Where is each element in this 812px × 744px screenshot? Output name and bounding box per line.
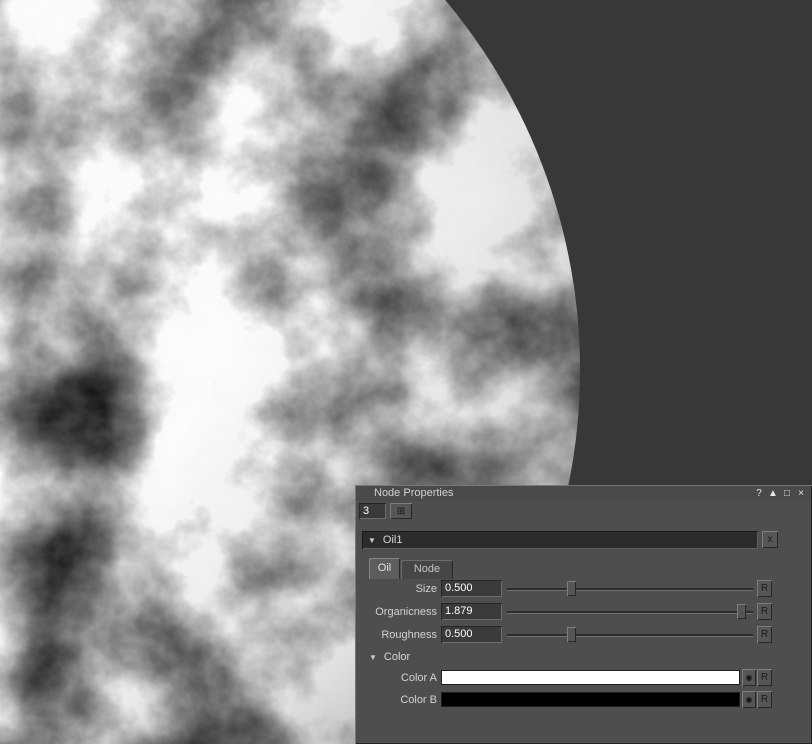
titlebar-buttons: ? ▲ □ × [753, 487, 807, 500]
param-slider-organicness[interactable] [507, 603, 753, 621]
param-slider-roughness[interactable] [507, 626, 753, 644]
keypad-button[interactable]: ⊞ [390, 503, 412, 519]
param-label-size: Size [355, 583, 437, 595]
close-icon[interactable]: × [795, 487, 807, 500]
color-a-label: Color A [355, 672, 437, 684]
param-value-roughness[interactable]: 0.500 [441, 626, 502, 643]
color-row-b: Color B ◉ R [355, 691, 812, 709]
collapse-node-icon[interactable]: ▼ [368, 536, 376, 545]
color-row-a: Color A ◉ R [355, 669, 812, 687]
color-section-header[interactable]: ▼ Color [369, 651, 410, 663]
param-row-roughness: Roughness 0.500 R [355, 626, 812, 646]
node-name: Oil1 [383, 534, 403, 546]
param-label-roughness: Roughness [355, 629, 437, 641]
node-properties-panel: Node Properties ? ▲ □ × 3 ⊞ ▼ Oil1 x Oil… [355, 485, 812, 744]
reset-button-organicness[interactable]: R [757, 603, 772, 620]
collapse-color-icon[interactable]: ▼ [369, 653, 377, 662]
panel-titlebar[interactable]: Node Properties ? ▲ □ × [356, 486, 811, 501]
color-b-swatch[interactable] [441, 692, 740, 707]
slider-handle[interactable] [567, 627, 576, 642]
reset-button-size[interactable]: R [757, 580, 772, 597]
reset-button-roughness[interactable]: R [757, 626, 772, 643]
param-row-size: Size 0.500 R [355, 580, 812, 600]
slider-track [507, 588, 753, 590]
reset-button-color-a[interactable]: R [757, 669, 772, 686]
keypad-icon: ⊞ [397, 506, 405, 517]
color-a-swatch[interactable] [441, 670, 740, 685]
app-window: Node Properties ? ▲ □ × 3 ⊞ ▼ Oil1 x Oil… [0, 0, 812, 744]
param-slider-size[interactable] [507, 580, 753, 598]
slider-handle[interactable] [567, 581, 576, 596]
node-close-button[interactable]: x [762, 531, 778, 548]
help-icon[interactable]: ? [753, 487, 765, 500]
node-header[interactable]: ▼ Oil1 [362, 531, 758, 549]
maximize-icon[interactable]: □ [781, 487, 793, 500]
slider-track [507, 611, 753, 613]
node-index-input[interactable]: 3 [359, 503, 386, 519]
tab-oil[interactable]: Oil [369, 558, 400, 579]
collapse-panel-icon[interactable]: ▲ [767, 487, 779, 500]
param-label-organicness: Organicness [355, 606, 437, 618]
color-b-label: Color B [355, 694, 437, 706]
color-wheel-icon: ◉ [746, 695, 753, 704]
color-b-picker-button[interactable]: ◉ [742, 691, 756, 708]
reset-button-color-b[interactable]: R [757, 691, 772, 708]
tab-node[interactable]: Node [401, 560, 453, 579]
panel-title: Node Properties [374, 487, 454, 499]
slider-handle[interactable] [737, 604, 746, 619]
param-value-organicness[interactable]: 1.879 [441, 603, 502, 620]
color-wheel-icon: ◉ [746, 673, 753, 682]
slider-track [507, 634, 753, 636]
color-section-label: Color [384, 651, 410, 663]
param-row-organicness: Organicness 1.879 R [355, 603, 812, 623]
param-value-size[interactable]: 0.500 [441, 580, 502, 597]
color-a-picker-button[interactable]: ◉ [742, 669, 756, 686]
